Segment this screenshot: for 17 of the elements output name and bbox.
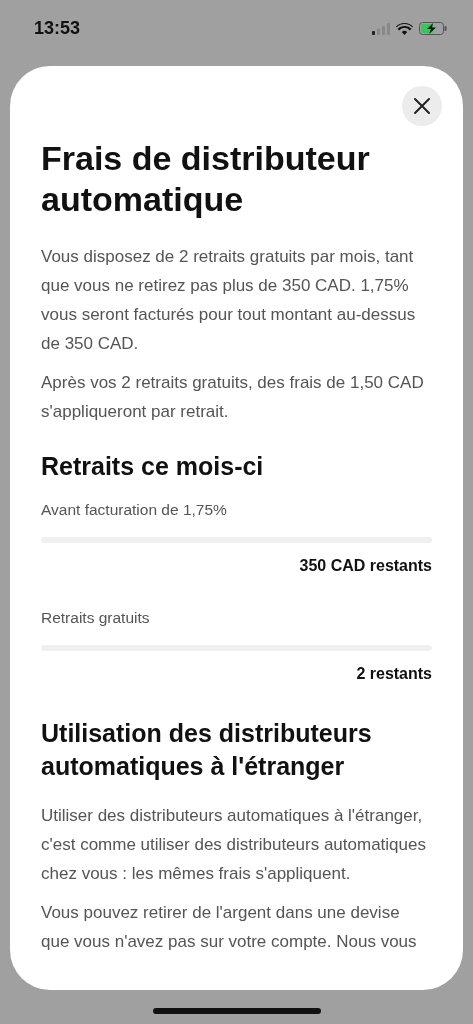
paragraph: Utiliser des distributeurs automatiques à l'étranger, c'est comme utiliser des distributeurs automatiques chez vous : les mêmes frais s'appliquent. xyxy=(41,805,427,885)
close-icon xyxy=(413,97,431,115)
paragraph: Après vos 2 retraits gratuits, des frais de 1,50 CAD s'appliqueront par retrait. xyxy=(41,372,425,423)
close-button[interactable] xyxy=(402,86,442,126)
wifi-icon xyxy=(396,22,413,35)
section-heading: Utilisation des distributeurs automatiques à l'étranger xyxy=(41,718,373,782)
meter-label: Avant facturation de 1,75% xyxy=(41,501,228,519)
page-title: Frais de distributeur automatique xyxy=(41,138,371,220)
status-time: 13:53 xyxy=(34,18,81,39)
paragraph: Vous disposez de 2 retraits gratuits par mois, tant que vous ne retirez pas plus de 350 CAD. 1,75% vous seront facturés pour tout montant au-dessus de 350 CAD. xyxy=(41,246,417,355)
signal-icon xyxy=(372,22,390,35)
remaining-amount: 2 restants xyxy=(356,665,432,683)
remaining-amount: 350 CAD restants xyxy=(299,557,432,575)
section-heading: Retraits ce mois-ci xyxy=(41,451,265,482)
meter-label: Retraits gratuits xyxy=(41,609,151,627)
battery-charging-icon xyxy=(419,22,447,35)
paragraph: Vous pouvez retirer de l'argent dans une devise que vous n'avez pas sur votre compte. Nous vous xyxy=(41,902,418,953)
